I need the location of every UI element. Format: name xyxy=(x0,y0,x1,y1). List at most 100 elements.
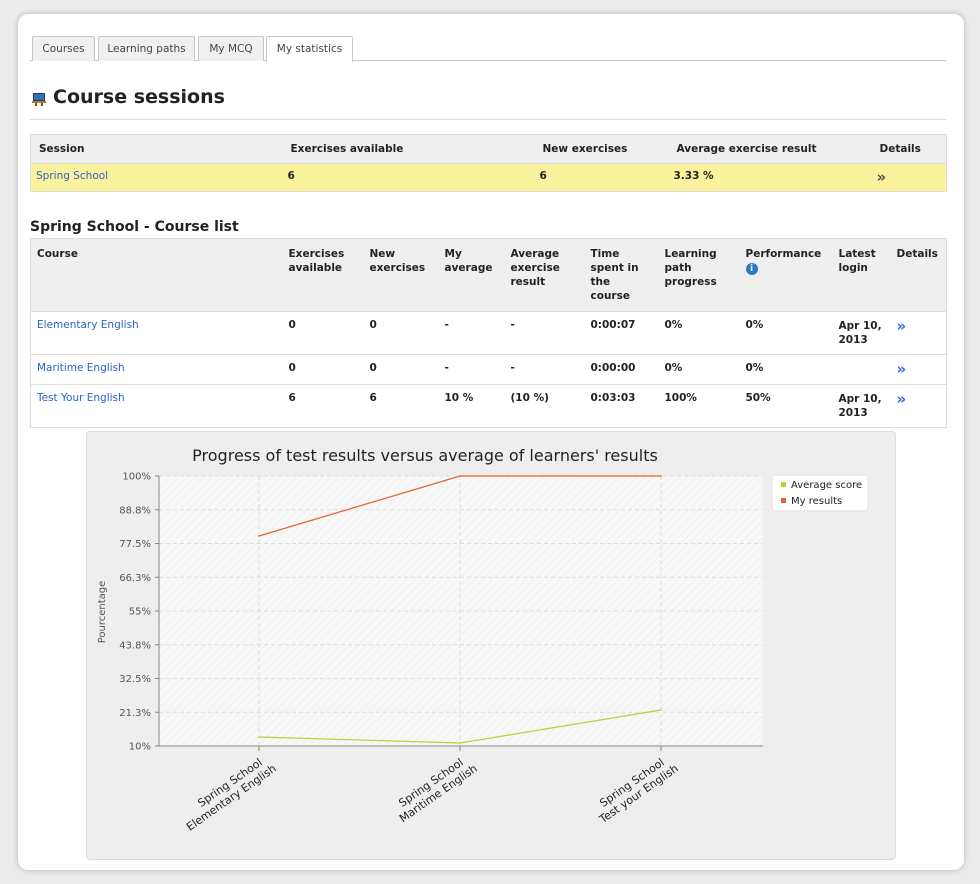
new-exercises-cell: 0 xyxy=(363,354,439,385)
column-header: Average exercise result xyxy=(668,134,872,164)
legend-label: My results xyxy=(791,496,842,507)
table-row: Test Your English 6 6 10 % (10 %) 0:03:0… xyxy=(30,384,947,428)
sessions-table: Session Exercises available New exercise… xyxy=(30,134,947,192)
course-list-title: Spring School - Course list xyxy=(30,219,239,235)
average-result-cell: 3.33 % xyxy=(668,163,872,192)
exercises-available-cell: 6 xyxy=(282,163,535,192)
new-exercises-cell: 0 xyxy=(363,311,439,355)
y-tick-label: 32.5% xyxy=(119,674,151,685)
table-header-row: Session Exercises available New exercise… xyxy=(30,134,947,164)
column-header: Time spent in the course xyxy=(584,238,659,312)
chart-title: Progress of test results versus average … xyxy=(192,446,658,465)
time-spent-cell: 0:00:00 xyxy=(584,354,659,385)
chart-canvas: Progress of test results versus average … xyxy=(97,446,869,834)
data-point xyxy=(660,475,662,477)
details-arrow-icon[interactable]: » xyxy=(897,392,907,407)
column-header: Course xyxy=(30,238,283,312)
details-arrow-icon[interactable]: » xyxy=(877,170,887,185)
page-title: Course sessions xyxy=(53,86,225,108)
column-header: My average xyxy=(438,238,505,312)
y-tick-label: 77.5% xyxy=(119,539,151,550)
tab-my-mcq[interactable]: My MCQ xyxy=(198,36,264,61)
new-exercises-cell: 6 xyxy=(363,384,439,428)
y-tick-label: 88.8% xyxy=(119,505,151,516)
column-header: New exercises xyxy=(363,238,439,312)
average-result-cell: - xyxy=(504,311,585,355)
course-session-icon xyxy=(32,93,46,106)
course-cell: Elementary English xyxy=(30,311,283,355)
details-arrow-icon[interactable]: » xyxy=(897,362,907,377)
y-tick-label: 43.8% xyxy=(119,640,151,651)
data-point xyxy=(459,475,461,477)
performance-cell: 0% xyxy=(739,311,833,355)
x-tick-label: Spring SchoolMaritime English xyxy=(390,751,480,825)
column-header: Average exercise result xyxy=(504,238,585,312)
average-result-cell: (10 %) xyxy=(504,384,585,428)
table-header-row: Course Exercises available New exercises… xyxy=(30,238,947,312)
column-header: Learning path progress xyxy=(658,238,740,312)
my-average-cell: - xyxy=(438,354,505,385)
tab-my-statistics[interactable]: My statistics xyxy=(266,36,353,62)
table-row: Elementary English 0 0 - - 0:00:07 0% 0%… xyxy=(30,311,947,355)
table-row: Spring School 6 6 3.33 % » xyxy=(30,163,947,192)
time-spent-cell: 0:00:07 xyxy=(584,311,659,355)
details-cell: » xyxy=(890,354,947,385)
legend-swatch xyxy=(781,498,786,503)
column-header: Exercises available xyxy=(282,134,535,164)
y-tick-label: 55% xyxy=(129,607,151,618)
lp-progress-cell: 0% xyxy=(658,311,740,355)
legend-label: Average score xyxy=(791,480,862,491)
tab-courses[interactable]: Courses xyxy=(32,36,95,61)
my-average-cell: - xyxy=(438,311,505,355)
column-header: Performance i xyxy=(739,238,833,312)
data-point xyxy=(459,742,461,744)
average-result-cell: - xyxy=(504,354,585,385)
performance-cell: 0% xyxy=(739,354,833,385)
lp-progress-cell: 100% xyxy=(658,384,740,428)
tab-learning-paths[interactable]: Learning paths xyxy=(98,36,195,61)
column-header: Details xyxy=(871,134,947,164)
exercises-available-cell: 6 xyxy=(282,384,364,428)
y-axis-label: Pourcentage xyxy=(97,581,108,644)
column-header: Latest login xyxy=(832,238,891,312)
exercises-available-cell: 0 xyxy=(282,354,364,385)
course-cell: Test Your English xyxy=(30,384,283,428)
lp-progress-cell: 0% xyxy=(658,354,740,385)
details-cell: » xyxy=(871,163,947,192)
column-header: New exercises xyxy=(534,134,669,164)
progress-chart: Progress of test results versus average … xyxy=(86,431,896,860)
y-tick-label: 10% xyxy=(129,742,151,753)
tab-bar: Courses Learning paths My MCQ My statist… xyxy=(30,36,946,62)
course-link[interactable]: Elementary English xyxy=(37,319,139,331)
my-average-cell: 10 % xyxy=(438,384,505,428)
data-point xyxy=(258,736,260,738)
course-link[interactable]: Maritime English xyxy=(37,362,125,374)
y-tick-label: 66.3% xyxy=(119,573,151,584)
table-row: Maritime English 0 0 - - 0:00:00 0% 0% » xyxy=(30,354,947,385)
session-cell: Spring School xyxy=(30,163,283,192)
latest-login-cell xyxy=(832,354,891,385)
data-point xyxy=(660,709,662,711)
details-arrow-icon[interactable]: » xyxy=(897,319,907,334)
data-point xyxy=(258,535,260,537)
performance-header-label: Performance xyxy=(745,248,822,260)
course-cell: Maritime English xyxy=(30,354,283,385)
divider xyxy=(30,119,946,120)
details-cell: » xyxy=(890,384,947,428)
latest-login-cell: Apr 10, 2013 xyxy=(832,311,891,355)
info-icon[interactable]: i xyxy=(745,263,758,275)
y-tick-label: 100% xyxy=(122,472,151,483)
session-link[interactable]: Spring School xyxy=(36,170,108,182)
time-spent-cell: 0:03:03 xyxy=(584,384,659,428)
performance-cell: 50% xyxy=(739,384,833,428)
legend-swatch xyxy=(781,482,786,487)
column-header: Details xyxy=(890,238,947,312)
column-header: Session xyxy=(30,134,283,164)
x-tick-label: Spring SchoolTest your English xyxy=(589,751,681,826)
course-list-table: Course Exercises available New exercises… xyxy=(30,238,947,428)
latest-login-cell: Apr 10, 2013 xyxy=(832,384,891,428)
course-link[interactable]: Test Your English xyxy=(37,392,125,404)
exercises-available-cell: 0 xyxy=(282,311,364,355)
details-cell: » xyxy=(890,311,947,355)
y-tick-label: 21.3% xyxy=(119,708,151,719)
